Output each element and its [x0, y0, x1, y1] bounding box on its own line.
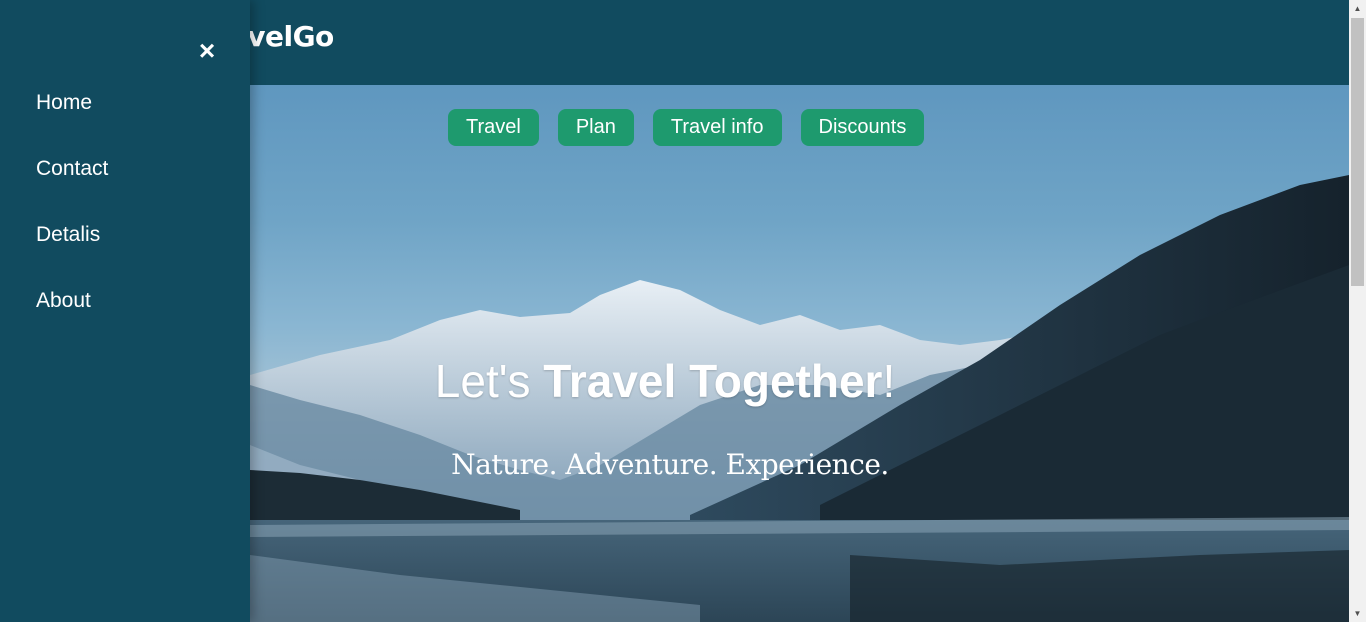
- side-navigation: × Home Contact Detalis About: [0, 0, 250, 622]
- tab-travel[interactable]: Travel: [448, 109, 539, 146]
- vertical-scrollbar[interactable]: ▲ ▼: [1349, 0, 1366, 622]
- sidenav-item-about[interactable]: About: [36, 289, 91, 313]
- scrollbar-thumb[interactable]: [1351, 18, 1364, 286]
- sidenav-item-contact[interactable]: Contact: [36, 157, 108, 181]
- sidenav-item-home[interactable]: Home: [36, 91, 92, 115]
- headline-prefix: Let's: [434, 355, 544, 407]
- headline-suffix: !: [882, 355, 896, 407]
- arrow-up-icon[interactable]: ▲: [1349, 0, 1366, 17]
- tab-travel-info[interactable]: Travel info: [652, 109, 782, 146]
- hero-tabs: Travel Plan Travel info Discounts: [448, 109, 925, 146]
- arrow-down-icon[interactable]: ▼: [1349, 605, 1366, 622]
- tab-discounts[interactable]: Discounts: [800, 109, 925, 146]
- close-icon[interactable]: ×: [196, 37, 218, 65]
- tab-plan[interactable]: Plan: [557, 109, 634, 146]
- headline-bold: Travel Together: [543, 355, 883, 407]
- sidenav-item-details[interactable]: Detalis: [36, 223, 100, 247]
